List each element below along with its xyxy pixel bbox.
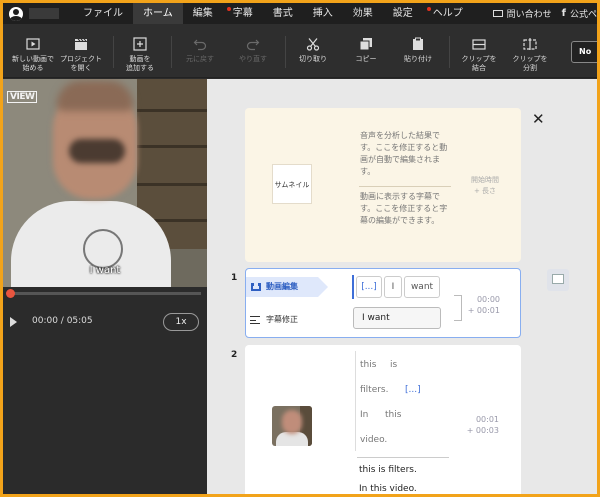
add-video-label: 動画を 追加する [126,55,154,72]
close-icon[interactable]: ✕ [532,112,545,127]
facebook-icon: f [561,8,566,19]
subtitle-line[interactable]: this is filters. [359,465,417,475]
toolbar: 新しい動画で 始める プロジェクト を開く 動画を 追加する 元に戻す やり直す… [3,24,597,78]
clip-number: 2 [231,350,238,360]
subtitle-icon [250,316,260,324]
word-token[interactable]: want [404,276,440,298]
notification-dot [226,7,231,11]
menu-bar: ファイル ホーム 編集 字幕 書式 挿入 効果 設定 ヘルプ 問い合わせ f 公式… [3,3,597,24]
video-person-hair [57,81,133,111]
video-preview[interactable]: VIEW I want [3,79,207,287]
menu-edit[interactable]: 編集 [183,3,223,24]
user-avatar-icon[interactable] [9,6,23,21]
redo-icon [246,37,260,51]
clapperboard-icon [74,37,88,51]
subtitle-edit-tag[interactable]: 字幕修正 [246,312,326,328]
clip-row-2[interactable]: this is filters. [...] In this video. th… [245,345,521,494]
paste-button[interactable]: 貼り付け [388,24,448,78]
subtitle-line[interactable]: In this video. [359,484,417,494]
word-token[interactable]: video. [360,435,387,445]
clipboard-icon [411,37,425,51]
clip-separator [357,457,449,458]
word-token-ellipsis[interactable]: [...] [356,276,382,298]
clip-thumbnail [272,406,312,446]
word-token[interactable]: this [360,360,376,370]
official-page-link[interactable]: f 公式ペ [562,7,597,20]
clip-row-1[interactable]: 動画編集 字幕修正 [...] I want I want 00:00 + 00:… [245,268,521,338]
video-edit-tag[interactable]: 動画編集 [246,277,328,297]
help-subtitle-text: 動画に表示する字幕です。ここを修正すると字幕の編集ができます。 [360,192,448,225]
mail-icon [492,10,503,17]
help-thumbnail: サムネイル [272,164,312,204]
add-video-button[interactable]: 動画を 追加する [110,24,170,78]
menu-right-links: 問い合わせ f 公式ペ [492,7,597,20]
clip-side-icon[interactable] [547,269,569,291]
subtitle-field[interactable]: I want [353,307,441,329]
menu-help[interactable]: ヘルプ [423,3,473,24]
shirt-print [83,229,123,269]
playback-speed-button[interactable]: 1x [163,313,199,331]
add-square-icon [133,37,147,51]
clip-divider [355,351,356,451]
edit-panel: サムネイル 音声を分析した結果です。ここを修正すると動画が自動で編集されます。 … [207,79,597,494]
menu-insert[interactable]: 挿入 [303,3,343,24]
playback-controls: 00:00 / 05:05 1x [3,311,207,333]
play-square-icon [26,37,40,51]
menu-effects[interactable]: 効果 [343,3,383,24]
word-token-ellipsis[interactable]: [...] [405,385,421,395]
video-caption: I want [89,265,121,276]
open-project-label: プロジェクト を開く [60,55,102,72]
undo-icon [193,37,207,51]
film-icon [251,283,261,291]
split-clip-button[interactable]: クリップを 分割 [500,24,560,78]
split-icon [523,37,537,51]
copy-icon [359,37,373,51]
clip-time: 00:01 + 00:03 [466,415,499,435]
menu-file[interactable]: ファイル [73,3,133,24]
playback-time: 00:00 / 05:05 [32,316,93,326]
left-panel-empty [3,339,207,494]
help-audio-text: 音声を分析した結果です。ここを修正すると動画が自動で編集されます。 [360,131,448,176]
redo-button[interactable]: やり直す [223,24,283,78]
cut-button[interactable]: 切り取り [283,24,343,78]
app-window: ファイル ホーム 編集 字幕 書式 挿入 効果 設定 ヘルプ 問い合わせ f 公式… [3,3,597,494]
help-time-text: 開始時間 + 長さ [471,176,499,195]
menu-subtitles[interactable]: 字幕 [223,3,263,24]
video-person-beard [69,139,125,163]
clip-number: 1 [231,273,238,283]
copy-button[interactable]: コピー [336,24,396,78]
help-divider [359,186,451,187]
text-cursor [352,275,354,299]
username-redacted [29,8,59,19]
contact-link[interactable]: 問い合わせ [492,7,552,20]
playback-progress-bar[interactable] [6,289,201,298]
split-clip-label: クリップを 分割 [512,55,548,72]
redo-label: やり直す [239,55,267,63]
open-project-button[interactable]: プロジェクト を開く [51,24,111,78]
copy-label: コピー [355,55,377,63]
undo-label: 元に戻す [186,55,214,63]
cut-label: 切り取り [299,55,327,63]
word-token[interactable]: this [385,410,401,420]
menu-settings[interactable]: 設定 [383,3,423,24]
word-token[interactable]: filters. [360,385,389,395]
menu-home[interactable]: ホーム [133,3,183,24]
play-icon[interactable] [10,317,17,327]
video-watermark-logo: VIEW [7,91,38,103]
menu-format[interactable]: 書式 [263,3,303,24]
undo-button[interactable]: 元に戻す [170,24,230,78]
word-token[interactable]: I [384,276,402,298]
progress-handle[interactable] [6,289,15,298]
merge-icon [472,37,486,51]
clip-time: 00:00 + 00:01 [467,295,500,315]
paste-label: 貼り付け [404,55,432,63]
scissors-icon [306,37,320,51]
no-button[interactable]: No [571,41,597,63]
word-token[interactable]: is [390,360,397,370]
word-token[interactable]: In [360,410,368,420]
help-card: サムネイル 音声を分析した結果です。ここを修正すると動画が自動で編集されます。 … [245,108,521,262]
notification-dot [426,7,431,11]
